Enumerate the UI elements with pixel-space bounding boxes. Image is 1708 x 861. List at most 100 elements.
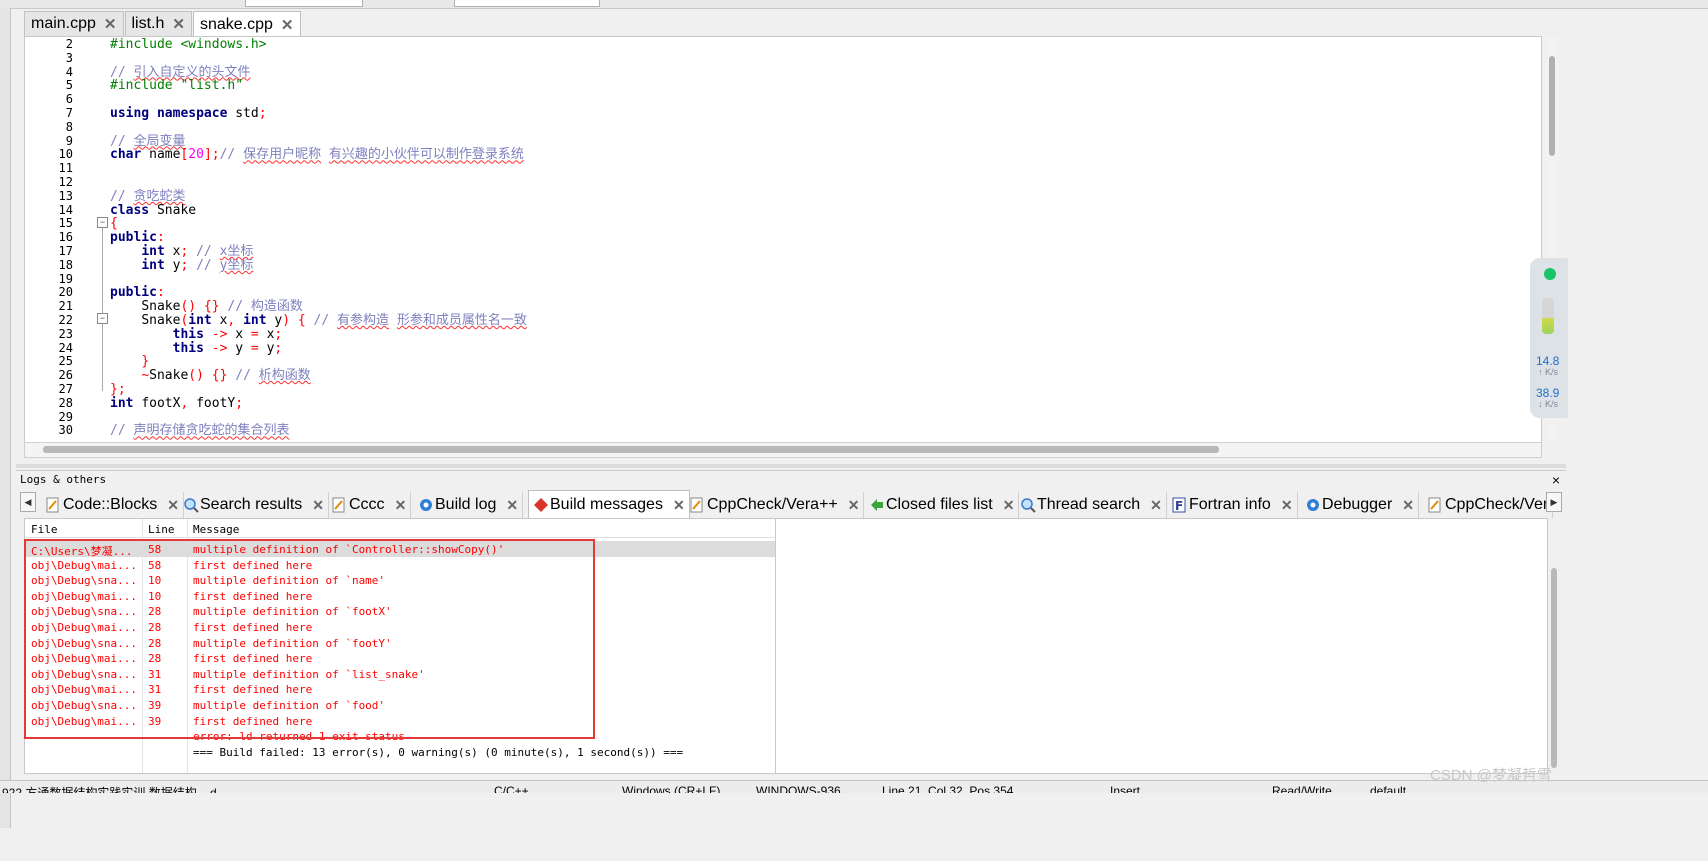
toolbar-combo-2[interactable]	[454, 0, 600, 7]
line-number: 20	[58, 285, 73, 300]
usage-bar-icon	[1542, 298, 1554, 334]
tab-scroll-left-button[interactable]: ◀	[20, 492, 36, 512]
line-number: 28	[58, 395, 73, 410]
close-icon[interactable]: ✕	[1150, 497, 1162, 514]
tab-label: Build messages	[550, 496, 663, 513]
tab-scroll-right-button[interactable]: ▶	[1546, 492, 1562, 512]
tab-search-results[interactable]: Search results ✕	[179, 492, 329, 518]
page-icon	[1428, 497, 1442, 513]
f-icon: F	[1172, 497, 1186, 513]
line-number: 6	[65, 92, 73, 107]
close-icon[interactable]: ✕	[1281, 497, 1293, 514]
fold-line	[102, 228, 103, 391]
tab-label: snake.cpp	[199, 16, 273, 33]
page-icon	[46, 497, 60, 513]
close-icon[interactable]: ✕	[848, 497, 860, 514]
column-header-line[interactable]: Line	[148, 523, 175, 536]
line-number: 3	[65, 50, 73, 65]
top-toolbar-strip	[0, 0, 1708, 9]
line-number: 14	[58, 202, 73, 217]
left-dock-strip	[0, 8, 11, 828]
line-number: 12	[58, 175, 73, 189]
close-icon[interactable]: ✕	[172, 15, 185, 33]
status-profile: default	[1370, 784, 1407, 793]
line-number: 8	[65, 119, 73, 134]
tab-closed-files-list[interactable]: Closed files list ✕	[865, 492, 1020, 518]
tab-cppcheck-vera[interactable]: CppCheck/Vera++ ✕	[686, 492, 865, 518]
tab-snake-cpp[interactable]: snake.cpp ✕	[192, 11, 301, 38]
logs-vertical-scrollbar[interactable]	[1548, 518, 1560, 772]
line-number: 27	[58, 382, 73, 396]
close-icon[interactable]: ✕	[104, 15, 117, 33]
tab-label: Code::Blocks	[63, 496, 158, 513]
panel-title: Logs & others	[20, 473, 107, 486]
close-icon[interactable]: ✕	[506, 497, 518, 514]
tab-label: Closed files list	[886, 496, 993, 513]
status-cursor-position: Line 21, Col 32, Pos 354	[882, 784, 1014, 793]
code-text: #include <windows.h> // 引入自定义的头文件 #inclu…	[110, 37, 527, 439]
fold-toggle-class[interactable]: −	[97, 217, 108, 228]
fold-toggle-constructor[interactable]: −	[97, 313, 108, 324]
list-header: File Line Message	[25, 519, 775, 538]
tab-cppcheck-vera-2[interactable]: CppCheck/Vera	[1424, 492, 1553, 518]
scroll-thumb[interactable]	[1551, 568, 1557, 768]
tab-build-messages[interactable]: Build messages ✕	[528, 490, 690, 519]
tab-build-log[interactable]: Build log ✕	[414, 492, 524, 518]
close-icon[interactable]: ✕	[1003, 497, 1015, 514]
line-number: 19	[58, 271, 73, 286]
line-number: 5	[65, 78, 73, 93]
editor-horizontal-scrollbar[interactable]	[24, 442, 1542, 458]
line-number: 16	[58, 230, 73, 245]
scroll-thumb[interactable]	[1549, 56, 1555, 156]
status-charset: WINDOWS-936	[756, 784, 841, 793]
tab-list-h[interactable]: list.h ✕	[124, 11, 192, 36]
gear-icon	[418, 497, 432, 513]
tab-thread-search[interactable]: Thread search ✕	[1016, 492, 1167, 518]
gear-icon	[1305, 497, 1319, 513]
page-icon	[690, 497, 704, 513]
line-number: 18	[58, 257, 73, 272]
line-number: 4	[65, 64, 73, 79]
close-icon[interactable]: ✕	[281, 16, 294, 34]
tab-label: Search results	[200, 496, 303, 513]
tab-code-blocks[interactable]: Code::Blocks ✕	[42, 492, 184, 518]
cell-message: === Build failed: 13 error(s), 0 warning…	[193, 745, 684, 759]
tab-label: main.cpp	[31, 15, 96, 32]
close-icon[interactable]: ×	[1552, 472, 1560, 488]
logs-panel-header: Logs & others ×	[16, 470, 1566, 489]
table-row[interactable]: === Build failed: 13 error(s), 0 warning…	[25, 744, 775, 760]
line-number: 30	[58, 423, 73, 438]
line-number: 23	[58, 326, 73, 341]
search-icon	[183, 497, 199, 513]
close-icon[interactable]: ✕	[673, 497, 685, 514]
panel-splitter[interactable]	[16, 464, 1566, 468]
close-icon[interactable]: ✕	[312, 497, 324, 514]
tab-label: Build log	[435, 496, 497, 513]
close-icon[interactable]: ✕	[1402, 497, 1414, 514]
tab-debugger[interactable]: Debugger ✕	[1301, 492, 1420, 518]
line-number: 17	[58, 244, 73, 258]
tab-main-cpp[interactable]: main.cpp ✕	[24, 11, 124, 36]
watermark: CSDN @梦凝哲雪	[1430, 767, 1552, 784]
column-header-file[interactable]: File	[31, 523, 58, 536]
message-detail-area	[775, 518, 1548, 774]
arrow-icon	[869, 497, 883, 513]
line-number: 26	[58, 368, 73, 383]
scroll-thumb[interactable]	[43, 446, 1219, 453]
line-number: 13	[58, 188, 73, 203]
line-number: 29	[58, 409, 73, 424]
close-icon[interactable]: ✕	[167, 497, 179, 514]
upload-speed: 14.8	[1536, 354, 1560, 368]
tab-label: CppCheck/Vera++	[707, 496, 838, 513]
svg-text:F: F	[1175, 499, 1183, 513]
line-number: 21	[58, 299, 73, 314]
line-number: 25	[58, 354, 73, 369]
code-editor[interactable]: 2 3 4 5 6 7 8 9 10 11 12 13 14 15 16 17 …	[24, 36, 1542, 444]
tab-cccc[interactable]: Cccc ✕	[328, 492, 412, 518]
download-unit: ↓ K/s	[1538, 399, 1559, 409]
close-icon[interactable]: ✕	[395, 497, 407, 514]
network-speed-widget[interactable]: 14.8 ↑ K/s 38.9 ↓ K/s	[1530, 258, 1568, 418]
toolbar-combo-1[interactable]	[245, 0, 363, 7]
column-header-message[interactable]: Message	[193, 523, 239, 536]
tab-fortran-info[interactable]: F Fortran info ✕	[1168, 492, 1298, 518]
